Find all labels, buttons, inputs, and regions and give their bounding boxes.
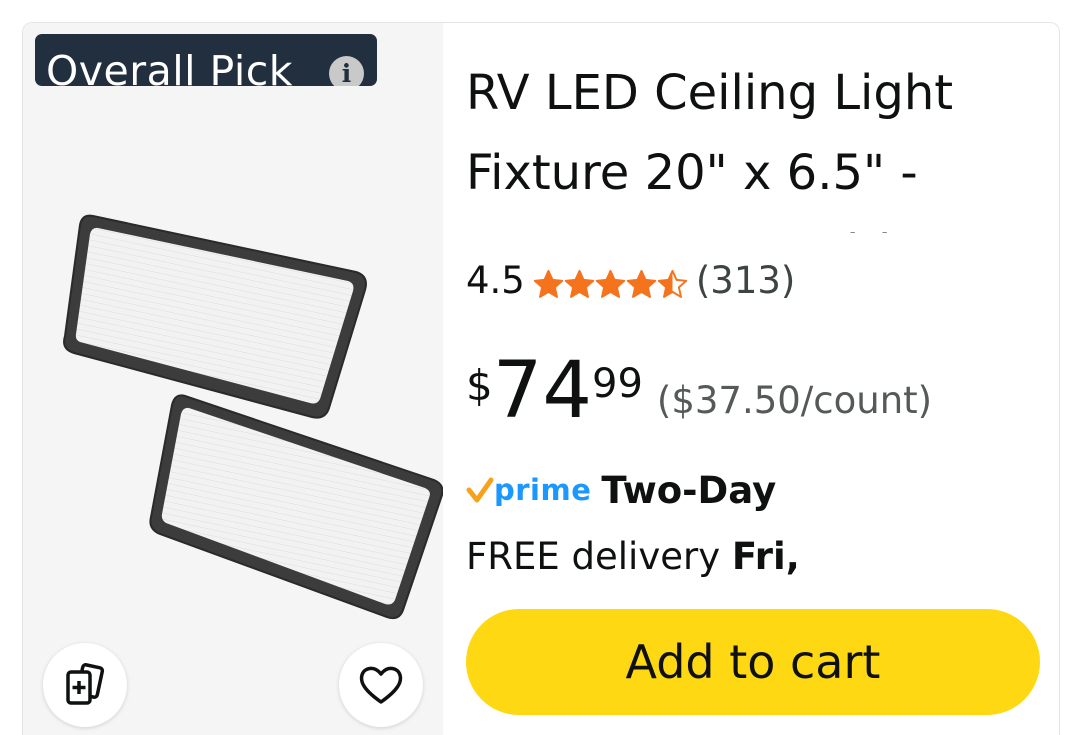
price-currency: $ <box>466 361 493 410</box>
checkmark-icon <box>466 477 494 503</box>
wishlist-button[interactable] <box>339 643 423 727</box>
light-panel-front <box>149 394 443 620</box>
star-icon <box>657 269 688 298</box>
compare-add-icon <box>66 663 105 705</box>
prime-delivery-row: prime Two-Day <box>466 465 776 515</box>
product-image-panel[interactable]: Overall Pick i <box>23 23 443 735</box>
product-details: RV LED Ceiling Light Fixture 20" x 6.5" … <box>466 23 1059 735</box>
rating-stars[interactable] <box>533 269 688 300</box>
price-whole: 74 <box>492 346 592 436</box>
delivery-prefix: FREE delivery <box>466 535 721 578</box>
product-title[interactable]: RV LED Ceiling Light Fixture 20" x 6.5" … <box>466 53 1006 233</box>
star-icon <box>564 269 595 298</box>
price-fraction: 99 <box>592 361 643 407</box>
prime-label: prime <box>494 473 592 507</box>
price: $ 74 99 ($37.50/count) <box>466 351 932 441</box>
overall-pick-badge[interactable]: Overall Pick i <box>35 34 377 86</box>
delivery-speed: Two-Day <box>601 468 777 512</box>
delivery-info: FREE delivery Fri, <box>466 535 800 589</box>
star-icon <box>595 269 626 298</box>
add-to-cart-button[interactable]: Add to cart <box>466 609 1040 715</box>
delivery-day: Fri, <box>731 535 800 578</box>
product-image[interactable] <box>23 23 443 735</box>
star-icon <box>533 269 564 298</box>
badge-label: Overall Pick <box>46 47 294 86</box>
info-icon[interactable]: i <box>329 56 364 86</box>
prime-logo: prime <box>466 473 591 507</box>
compare-button[interactable] <box>43 643 127 727</box>
unit-price: ($37.50/count) <box>656 379 933 422</box>
rating-value: 4.5 <box>466 258 525 302</box>
product-card[interactable]: Overall Pick i RV LED Ceiling Light Fixt… <box>22 22 1060 735</box>
heart-icon <box>359 666 403 704</box>
rating-row[interactable]: 4.5 (313) <box>466 255 795 305</box>
light-panel-back <box>63 214 367 419</box>
review-count[interactable]: (313) <box>696 259 796 302</box>
star-icon <box>626 269 657 298</box>
